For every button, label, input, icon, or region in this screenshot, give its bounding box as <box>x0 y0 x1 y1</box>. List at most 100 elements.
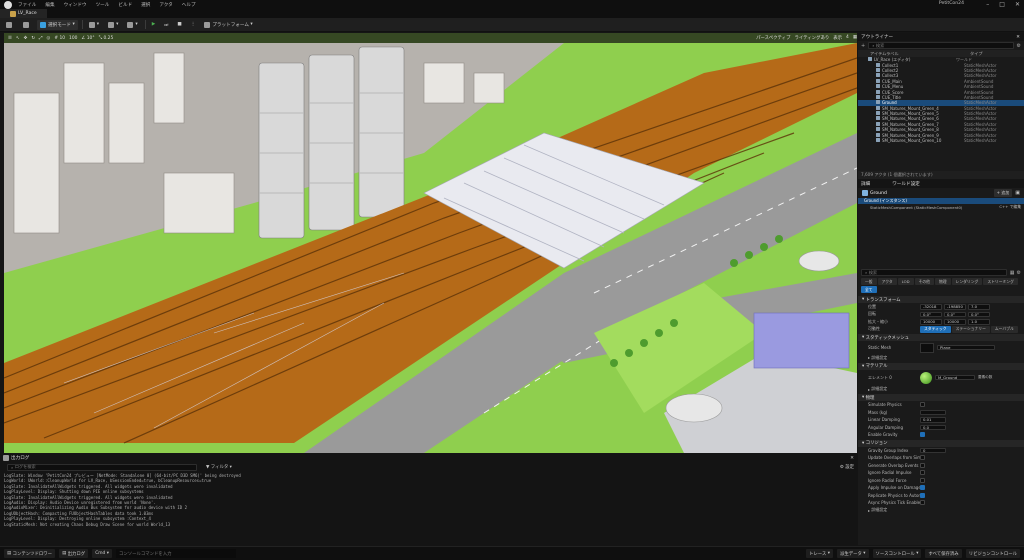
lighting-button[interactable]: ライティングあり <box>794 35 829 41</box>
source-control-button[interactable]: ソースコントロール ▾ <box>872 549 922 558</box>
mobility-movable[interactable]: ムーバブル <box>990 325 1018 333</box>
perspective-button[interactable]: パースペクティブ <box>756 35 790 41</box>
show-button[interactable]: 表示 <box>833 35 842 41</box>
property-field[interactable]: 0.01 <box>920 417 946 423</box>
add-component-button[interactable]: + 追加 <box>993 189 1013 197</box>
collision-advanced[interactable]: ▸ 詳細設定 <box>858 507 1024 515</box>
scale-tool-icon[interactable]: ⤢ <box>39 35 43 41</box>
viewport-layout-icon[interactable]: ▦ <box>853 35 857 41</box>
tab-details[interactable]: 詳細 <box>861 181 870 187</box>
console-input[interactable]: コンソールコマンドを入力 <box>115 549 236 558</box>
tab-level[interactable]: LV_Race <box>0 9 47 18</box>
save-all-button[interactable]: すべて保存済み <box>925 549 962 558</box>
output-log-title[interactable]: 出力ログ <box>11 455 29 461</box>
location-y-field[interactable]: -198850 <box>944 304 966 310</box>
log-filter-button[interactable]: ▼ フィルタ ▾ <box>206 464 232 470</box>
property-checkbox[interactable] <box>920 402 925 408</box>
mode-select[interactable]: 選択モード ▾ <box>37 19 78 30</box>
blueprint-icon[interactable]: ▣ <box>1015 190 1020 196</box>
filter-tab[interactable]: アクタ <box>877 278 897 285</box>
play-button[interactable]: ▶ <box>149 20 159 30</box>
property-field[interactable]: 0.0 <box>920 424 946 430</box>
cmd-dropdown[interactable]: Cmd ▾ <box>92 549 112 558</box>
hamburger-icon[interactable]: ☰ <box>8 36 12 41</box>
section-collision[interactable]: ▾ コリジョン <box>858 439 1024 447</box>
add-icon[interactable]: + <box>861 43 865 49</box>
content-drawer-button[interactable]: ▤ コンテンツドロワー <box>4 549 56 558</box>
menu-help[interactable]: ヘルプ <box>182 2 196 8</box>
property-field[interactable]: 0 <box>920 447 946 453</box>
property-checkbox[interactable] <box>920 492 925 498</box>
filter-tab[interactable]: レンダリング <box>951 278 983 285</box>
rotate-tool-icon[interactable]: ↻ <box>31 36 35 41</box>
rotation-z-field[interactable]: 0.0° <box>968 311 990 317</box>
mobility-stationary[interactable]: ステーショナリー <box>951 325 990 333</box>
property-checkbox[interactable] <box>920 455 925 461</box>
rotation-snap[interactable]: ∠ 10° <box>81 36 94 41</box>
derived-data-button[interactable]: 派生データ ▾ <box>836 549 869 558</box>
content-button[interactable] <box>20 20 34 30</box>
property-field[interactable] <box>920 409 946 415</box>
filter-tab[interactable]: 全て <box>861 286 877 293</box>
close-icon[interactable]: ✕ <box>850 456 854 461</box>
maximize-icon[interactable]: □ <box>999 1 1005 8</box>
minimize-icon[interactable]: – <box>986 1 989 8</box>
log-search-input[interactable]: ⌕ ログを検索 <box>7 463 197 471</box>
camera-speed[interactable]: 4 <box>846 35 849 41</box>
section-materials[interactable]: ▾ マテリアル <box>858 362 1024 370</box>
property-checkbox[interactable] <box>920 485 925 491</box>
platform-button[interactable]: プラットフォーム ▾ <box>201 20 255 30</box>
rotation-y-field[interactable]: 0.0° <box>944 311 966 317</box>
close-icon[interactable]: ✕ <box>1015 1 1020 8</box>
material-dropdown[interactable]: M_Ground <box>935 374 975 381</box>
section-transform[interactable]: ▾ トランスフォーム <box>858 296 1024 303</box>
filter-tab[interactable]: その他 <box>914 278 934 285</box>
property-checkbox[interactable] <box>920 462 925 468</box>
property-checkbox[interactable] <box>920 432 925 438</box>
menu-file[interactable]: ファイル <box>18 2 36 8</box>
menu-edit[interactable]: 編集 <box>45 2 54 8</box>
revision-control-button[interactable]: リビジョンコントロール <box>965 549 1020 558</box>
output-log-button[interactable]: ▤ 出力ログ <box>59 549 89 558</box>
play-options-button[interactable]: ⋮ <box>188 20 199 30</box>
scale-snap[interactable]: ⤡ 0.25 <box>99 35 114 41</box>
component-static-mesh[interactable]: StaticMeshComponent (StaticMeshComponent… <box>858 204 1024 210</box>
scale-x-field[interactable]: 10000 <box>920 319 942 325</box>
log-settings-button[interactable]: ⚙ 設定 <box>840 464 854 470</box>
filter-tab[interactable]: ストリーミング <box>983 278 1018 285</box>
world-space-icon[interactable]: ◎ <box>47 36 51 41</box>
property-checkbox[interactable] <box>920 477 925 483</box>
close-icon[interactable]: ✕ <box>1016 35 1020 40</box>
settings-icon[interactable]: ⚙ <box>1017 270 1021 276</box>
unreal-logo-icon[interactable] <box>4 0 12 9</box>
filter-tab[interactable]: LOD <box>897 278 914 285</box>
filter-tab[interactable]: 一般 <box>861 278 877 285</box>
filter-icon[interactable]: ⚙ <box>1017 43 1021 49</box>
material-advanced[interactable]: ▸ 詳細設定 <box>858 386 1024 394</box>
edit-in-cpp-button[interactable]: C++ で編集 <box>999 204 1021 210</box>
step-button[interactable]: ⏭ <box>161 20 171 30</box>
add-button[interactable]: ▾ <box>86 20 102 30</box>
outliner-row[interactable]: SM_Natures_Mount_Green_10 StaticMeshActor <box>858 138 1024 143</box>
fov-value[interactable]: 100 <box>69 36 77 41</box>
section-physics[interactable]: ▾ 物理 <box>858 394 1024 401</box>
menu-window[interactable]: ウィンドウ <box>64 2 87 8</box>
rotation-x-field[interactable]: 0.0° <box>920 311 942 317</box>
mobility-static[interactable]: スタティック <box>920 325 951 333</box>
actor-name[interactable]: Ground <box>870 191 887 196</box>
grid-view-icon[interactable]: ▦ <box>1010 270 1015 276</box>
scale-y-field[interactable]: 10000 <box>944 319 966 325</box>
outliner-title[interactable]: アウトライナー <box>861 34 893 40</box>
filter-tab[interactable]: 物理 <box>934 278 951 285</box>
menu-select[interactable]: 選択 <box>141 2 150 8</box>
outliner-search-input[interactable]: ⌕ 検索 <box>868 42 1014 49</box>
property-checkbox[interactable] <box>920 500 925 506</box>
scale-z-field[interactable]: 1.0 <box>968 319 990 325</box>
menu-actor[interactable]: アクタ <box>159 2 172 8</box>
column-item-label[interactable]: アイテムラベル <box>870 51 970 57</box>
blueprint-button[interactable]: ▾ <box>105 20 121 30</box>
property-checkbox[interactable] <box>920 470 925 476</box>
tab-world-settings[interactable]: ワールド設定 <box>892 181 920 187</box>
static-mesh-dropdown[interactable]: Plane <box>937 344 995 351</box>
trace-button[interactable]: トレース ▾ <box>805 549 833 558</box>
